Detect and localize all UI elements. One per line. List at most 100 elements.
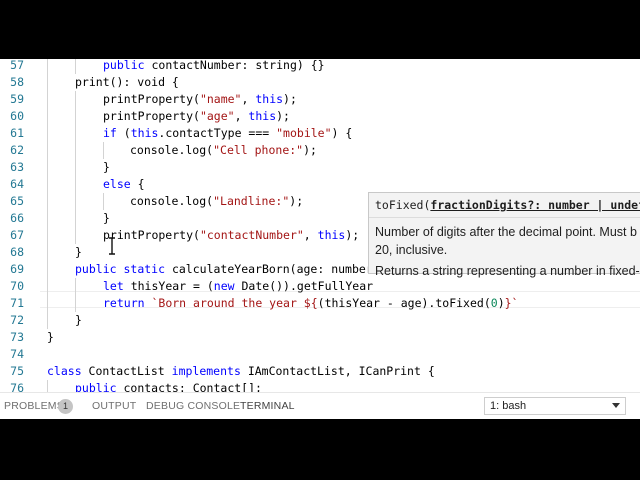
code-token: this <box>130 126 159 140</box>
indent-guide <box>47 125 48 142</box>
code-token: calculateYearBorn(age: number <box>165 262 373 276</box>
code-token: class <box>47 364 82 378</box>
code-line: 62 console.log("Cell phone:"); <box>0 142 640 159</box>
hover-returns: Returns a string representing a number i… <box>375 264 640 278</box>
code-text: console.log("Landline:"); <box>130 193 303 210</box>
line-number: 62 <box>10 143 24 157</box>
line-number: 57 <box>10 59 24 72</box>
code-token: .contactType === <box>158 126 277 140</box>
code-token: contacts: Contact[]; <box>116 381 262 392</box>
code-token: } <box>75 245 82 259</box>
code-token: printProperty( <box>103 92 200 106</box>
code-text: public contactNumber: string) {} <box>103 59 325 74</box>
code-token: } <box>47 330 54 344</box>
indent-guide <box>47 59 48 74</box>
code-token: this <box>317 228 346 242</box>
code-token: static <box>123 262 166 276</box>
terminal-select[interactable]: 1: bash <box>484 397 626 415</box>
indent-guide <box>47 108 48 125</box>
code-token: return <box>103 296 145 310</box>
code-text: public static calculateYearBorn(age: num… <box>75 261 373 278</box>
indent-guide <box>75 193 76 210</box>
indent-guide <box>47 159 48 176</box>
code-line: 64 else { <box>0 176 640 193</box>
code-text: } <box>103 159 110 176</box>
line-number: 60 <box>10 109 24 123</box>
code-token: ( <box>116 126 131 140</box>
line-number: 67 <box>10 228 24 242</box>
indent-guide <box>47 312 48 329</box>
line-number: 71 <box>10 296 24 310</box>
code-token: console.log( <box>130 143 214 157</box>
problems-count-badge: 1 <box>58 399 73 414</box>
tab-debug-console[interactable]: DEBUG CONSOLE <box>146 400 240 412</box>
code-text: class ContactList implements IAmContactL… <box>47 363 435 380</box>
indent-guide <box>75 278 76 295</box>
hover-description-line1: Number of digits after the decimal point… <box>375 225 637 239</box>
code-token: "age" <box>199 109 235 123</box>
code-token: "contactNumber" <box>199 228 304 242</box>
code-text: printProperty("name", this); <box>103 91 297 108</box>
line-number: 58 <box>10 75 24 89</box>
code-token: } <box>103 160 110 174</box>
code-token: 0 <box>490 296 498 310</box>
code-token: print(): void { <box>75 75 179 89</box>
signature-param: fractionDigits?: number | undef <box>430 198 640 212</box>
indent-guide <box>47 176 48 193</box>
code-text: } <box>103 210 110 227</box>
code-token: ) { <box>331 126 353 140</box>
code-token: Date()).getFullYear <box>234 279 374 293</box>
line-number: 72 <box>10 313 24 327</box>
indent-guide <box>47 261 48 278</box>
code-token: console.log( <box>130 194 214 208</box>
code-line: 71 return `Born around the year ${(thisYe… <box>0 295 640 312</box>
code-text: console.log("Cell phone:"); <box>130 142 317 159</box>
indent-guide <box>75 176 76 193</box>
code-token: ); <box>345 228 360 242</box>
line-number: 61 <box>10 126 24 140</box>
code-line: 75 class ContactList implements IAmContac… <box>0 363 640 380</box>
code-text: else { <box>103 176 145 193</box>
tab-terminal[interactable]: TERMINAL <box>240 400 295 412</box>
code-token: ContactList <box>81 364 172 378</box>
code-token: } <box>103 211 110 225</box>
code-token: `Born around the year ${ <box>151 296 318 310</box>
code-text: printProperty("contactNumber", this); <box>103 227 359 244</box>
code-token: ); <box>276 109 290 123</box>
hover-divider <box>369 217 640 218</box>
code-line: 76 public contacts: Contact[]; <box>0 380 640 392</box>
indent-guide <box>47 295 48 312</box>
code-token: else <box>103 177 131 191</box>
indent-guide <box>75 159 76 176</box>
line-number: 74 <box>10 347 24 361</box>
indent-guide <box>47 210 48 227</box>
code-text: print(): void { <box>75 74 179 91</box>
code-line: 57 public contactNumber: string) {} <box>0 59 640 74</box>
line-number: 66 <box>10 211 24 225</box>
indent-guide <box>75 227 76 244</box>
code-token: ) <box>497 296 505 310</box>
signature-prefix: toFixed( <box>375 198 431 212</box>
line-number: 65 <box>10 194 24 208</box>
hover-signature: toFixed(fractionDigits?: number | undef <box>375 198 640 212</box>
code-token: "Cell phone:" <box>213 143 304 157</box>
code-token: }` <box>504 296 519 310</box>
tab-output[interactable]: OUTPUT <box>92 400 136 412</box>
line-number: 64 <box>10 177 24 191</box>
indent-guide <box>75 91 76 108</box>
code-line: 59 printProperty("name", this); <box>0 91 640 108</box>
indent-guide <box>75 142 76 159</box>
code-token: "Landline:" <box>213 194 290 208</box>
code-token: thisYear = ( <box>123 279 214 293</box>
code-token: ); <box>283 92 297 106</box>
code-token: (thisYear - age).toFixed( <box>317 296 491 310</box>
code-token: public <box>75 381 117 392</box>
indent-guide <box>75 59 76 74</box>
tab-problems[interactable]: PROBLEMS <box>4 400 64 412</box>
line-number: 69 <box>10 262 24 276</box>
code-text: let thisYear = (new Date()).getFullYear <box>103 278 373 295</box>
code-editor[interactable]: 57 public contactNumber: string) {} 58 prin… <box>0 59 640 392</box>
line-number: 70 <box>10 279 24 293</box>
code-token: } <box>75 313 82 327</box>
code-line: 74 <box>0 346 640 363</box>
